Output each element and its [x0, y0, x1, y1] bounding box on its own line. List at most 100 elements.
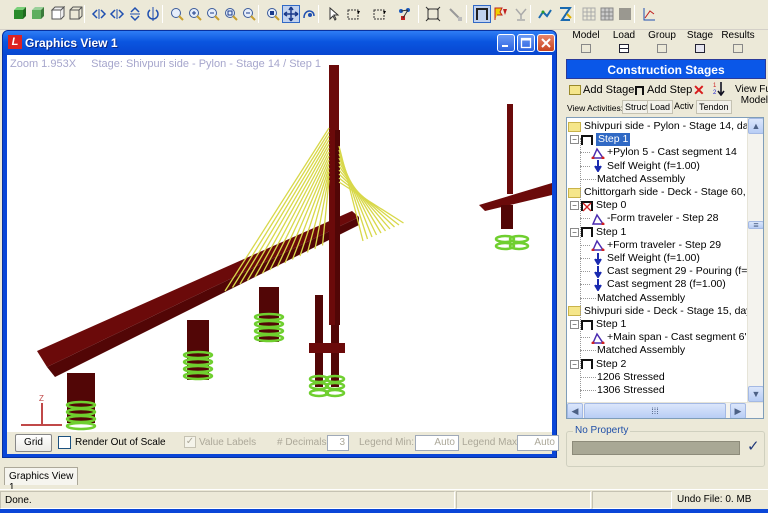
- view-wireframe-icon: [69, 6, 83, 20]
- scroll-right-button[interactable]: ▶: [730, 403, 746, 418]
- zoom-fit-button[interactable]: [222, 5, 240, 23]
- graphics-view-titlebar[interactable]: L Graphics View 1: [3, 31, 556, 55]
- tab-results[interactable]: Results: [719, 30, 757, 53]
- tree-step-node[interactable]: − Step 0: [570, 199, 626, 212]
- maximize-button[interactable]: [517, 34, 535, 52]
- support-button[interactable]: [512, 5, 530, 23]
- view-solid-icon: [14, 7, 26, 19]
- tree-activity-node[interactable]: 1306 Stressed: [597, 384, 665, 397]
- zoom-window-button[interactable]: [264, 5, 282, 23]
- collapse-icon[interactable]: −: [570, 227, 579, 237]
- rotate-up-button[interactable]: [126, 5, 144, 23]
- add-step-button[interactable]: Add Step: [634, 84, 692, 96]
- tree-activity-node[interactable]: +Form traveler - Step 29: [591, 239, 721, 252]
- tree-activity-node[interactable]: 1206 Stressed: [597, 371, 665, 384]
- rotate-right-button[interactable]: [108, 5, 126, 23]
- grid-large-button[interactable]: [598, 5, 616, 23]
- tree-node-label: -Form traveler - Step 28: [607, 212, 719, 225]
- tree-connector: [580, 350, 596, 352]
- axes-chart-button[interactable]: [640, 5, 658, 23]
- tree-activity-node[interactable]: +Main span - Cast segment 6': [591, 331, 746, 344]
- tree-step-node[interactable]: − Step 1: [570, 318, 626, 331]
- tree-activity-node[interactable]: Cast segment 28 (f=1.00): [591, 278, 726, 291]
- frame-view-button[interactable]: [473, 5, 491, 23]
- tab-model[interactable]: Model: [567, 30, 605, 53]
- mode-shape-button[interactable]: [556, 5, 574, 23]
- tab-load[interactable]: Load: [605, 30, 643, 53]
- decimals-input[interactable]: 3: [327, 435, 349, 451]
- collapse-icon[interactable]: −: [570, 201, 579, 211]
- scroll-thumb-vertical[interactable]: ≡: [748, 221, 763, 230]
- sort-button[interactable]: 12: [713, 81, 725, 99]
- view-hidden-button[interactable]: [48, 5, 66, 23]
- view-full-model-button[interactable]: View Fu Model: [735, 84, 768, 106]
- select-pointer-button[interactable]: [324, 5, 342, 23]
- tree-activity-node[interactable]: Matched Assembly: [597, 173, 685, 186]
- collapse-icon[interactable]: −: [570, 359, 579, 369]
- load-arrow-icon: [591, 265, 607, 278]
- tree-vertical-scrollbar[interactable]: ▲ ≡ ▼: [747, 118, 763, 402]
- tree-activity-node[interactable]: Self Weight (f=1.00): [591, 160, 700, 173]
- tree-stage-node[interactable]: Chittorgarh side - Deck - Stage 60, day …: [568, 186, 763, 199]
- render-out-of-scale-checkbox[interactable]: [58, 436, 71, 449]
- minimize-button[interactable]: [497, 34, 515, 52]
- tree-activity-node[interactable]: Cast segment 29 - Pouring (f=1.00): [591, 265, 763, 278]
- orbit-button[interactable]: [300, 5, 318, 23]
- view-activity-load-button[interactable]: Load: [647, 100, 674, 114]
- select-nodes-button[interactable]: [396, 5, 414, 23]
- legend-min-input[interactable]: Auto: [415, 435, 459, 451]
- status-bar: Done. Undo File: 0. MB: [0, 489, 768, 509]
- tab-label: Group: [648, 30, 676, 41]
- tab-group[interactable]: Group: [643, 30, 681, 53]
- grid-button[interactable]: Grid: [15, 434, 52, 452]
- close-button[interactable]: [537, 34, 555, 52]
- collapse-icon[interactable]: −: [570, 135, 579, 145]
- tree-activity-node[interactable]: Matched Assembly: [597, 344, 685, 357]
- tree-activity-node[interactable]: -Form traveler - Step 28: [591, 212, 718, 225]
- tree-horizontal-scrollbar[interactable]: ◀ ⁞⁞⁞ ▶: [567, 402, 763, 418]
- tree-step-node[interactable]: − Step 2: [570, 358, 626, 371]
- view-solid-button[interactable]: [10, 5, 28, 23]
- view-wireframe-button[interactable]: [66, 5, 84, 23]
- tab-graphics-view-1[interactable]: Graphics View 1: [4, 467, 78, 493]
- select-box-button[interactable]: ▾: [344, 5, 362, 23]
- rotate-left-button[interactable]: [90, 5, 108, 23]
- view-shaded-button[interactable]: [28, 5, 46, 23]
- add-stage-button[interactable]: Add Stage: [569, 84, 634, 96]
- load-flags-button[interactable]: [492, 5, 510, 23]
- collapse-icon[interactable]: −: [570, 320, 579, 329]
- graphics-canvas[interactable]: Zoom 1.953X Stage: Shivpuri side - Pylon…: [7, 55, 552, 432]
- delete-button[interactable]: ✕: [693, 82, 705, 99]
- view-activity-tendon-button[interactable]: Tendon: [696, 100, 732, 114]
- view-activity-activ-button[interactable]: Activ: [672, 100, 696, 114]
- property-field[interactable]: [572, 441, 740, 455]
- rotate-down-button[interactable]: [144, 5, 162, 23]
- zoom-dynamic-button[interactable]: [240, 5, 258, 23]
- deformed-shape-button[interactable]: [537, 5, 555, 23]
- tree-activity-node[interactable]: Matched Assembly: [597, 292, 685, 305]
- measure-button[interactable]: [446, 5, 464, 23]
- fill-button[interactable]: [616, 5, 634, 23]
- tree-stage-node[interactable]: Shivpuri side - Pylon - Stage 14, day 35…: [568, 120, 763, 133]
- zoom-button[interactable]: [168, 5, 186, 23]
- tab-stage[interactable]: Stage: [681, 30, 719, 53]
- construction-stage-tree[interactable]: Shivpuri side - Pylon - Stage 14, day 35…: [566, 117, 764, 419]
- scroll-down-button[interactable]: ▼: [748, 386, 763, 402]
- scroll-left-button[interactable]: ◀: [567, 403, 583, 418]
- fit-frame-button[interactable]: [424, 5, 442, 23]
- tree-activity-node[interactable]: +Pylon 5 - Cast segment 14: [591, 146, 737, 159]
- scroll-thumb-horizontal[interactable]: ⁞⁞⁞: [584, 403, 726, 418]
- zoom-out-button[interactable]: [204, 5, 222, 23]
- legend-max-input[interactable]: Auto: [517, 435, 559, 451]
- tree-stage-node[interactable]: Shivpuri side - Deck - Stage 15, day 362: [568, 305, 763, 318]
- tree-step-node[interactable]: − Step 1: [570, 226, 626, 239]
- value-labels-checkbox[interactable]: ✓: [184, 436, 196, 448]
- select-region-button[interactable]: ▾: [370, 5, 388, 23]
- zoom-window-icon: [267, 8, 280, 21]
- zoom-in-button[interactable]: [186, 5, 204, 23]
- scroll-up-button[interactable]: ▲: [748, 118, 763, 134]
- apply-check-icon[interactable]: ✓: [747, 437, 760, 455]
- pan-button[interactable]: [282, 5, 300, 23]
- grid-small-button[interactable]: [580, 5, 598, 23]
- tree-activity-node[interactable]: Self Weight (f=1.00): [591, 252, 700, 265]
